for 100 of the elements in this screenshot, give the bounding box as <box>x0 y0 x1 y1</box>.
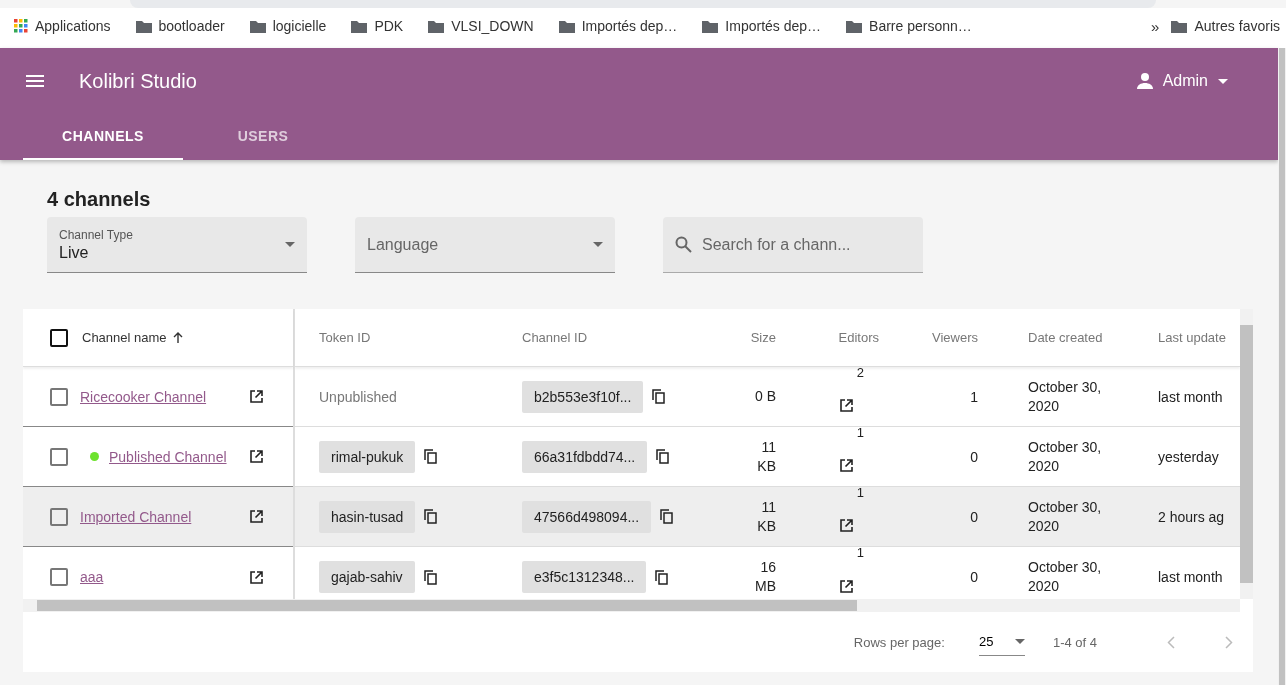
checkbox[interactable] <box>50 507 68 526</box>
channel-id-chip: 47566d498094... <box>522 500 652 533</box>
copy-icon[interactable] <box>424 449 438 464</box>
person-icon <box>1136 73 1153 89</box>
checkbox[interactable] <box>50 387 68 406</box>
caret-icon <box>285 242 295 247</box>
copy-icon[interactable] <box>424 509 438 524</box>
open-external-icon[interactable] <box>840 519 853 532</box>
rows-per-page-select[interactable]: 25 <box>978 628 1025 656</box>
caret-icon <box>1218 78 1228 84</box>
channel-link[interactable]: Ricecooker Channel <box>80 388 207 405</box>
column-header[interactable]: Date created <box>978 330 1128 345</box>
table-cell: yesterday <box>1158 448 1219 465</box>
open-external-icon[interactable] <box>250 390 263 403</box>
tab[interactable]: USERS <box>183 114 343 160</box>
token-chip: rimal-pukuk <box>319 440 416 473</box>
checkbox[interactable] <box>50 328 68 347</box>
channel-id-chip: e3f5c1312348... <box>522 561 647 593</box>
table-cell: 16 MB <box>755 558 776 596</box>
folder-icon <box>135 19 152 33</box>
bookmark[interactable]: bootloader <box>135 18 225 34</box>
editor-count: 1 <box>856 425 864 440</box>
column-header[interactable]: Channel name <box>82 330 167 345</box>
search-icon <box>675 236 692 253</box>
bookmark[interactable]: Importés dep… <box>558 18 678 34</box>
app-title: Kolibri Studio <box>79 69 197 93</box>
open-external-icon[interactable] <box>250 570 263 584</box>
user-menu-button[interactable]: Admin <box>1136 72 1228 90</box>
menu-icon[interactable] <box>26 75 44 87</box>
table-cell: October 30, 2020 <box>1028 497 1102 536</box>
editor-count: 1 <box>856 485 864 500</box>
column-header[interactable]: Viewers <box>879 330 978 345</box>
folder-icon <box>702 19 719 33</box>
folder-icon <box>1171 19 1188 33</box>
rows-per-page-label: Rows per page: <box>853 634 945 650</box>
page-range: 1-4 of 4 <box>1052 634 1097 650</box>
channel-type-select[interactable]: Channel Type Live <box>47 217 307 273</box>
more-bookmarks-button[interactable]: » <box>1151 17 1160 35</box>
sort-arrow-icon[interactable] <box>172 332 183 343</box>
table-cell: last month <box>1158 388 1223 405</box>
bookmark[interactable]: PDK <box>351 18 404 34</box>
open-external-icon[interactable] <box>840 399 853 412</box>
column-header[interactable]: Channel ID <box>498 330 706 345</box>
checkbox[interactable] <box>50 568 68 586</box>
copy-icon[interactable] <box>423 569 437 585</box>
bookmark[interactable]: VLSI_DOWN <box>428 18 534 34</box>
caret-icon <box>593 242 603 247</box>
copy-icon[interactable] <box>660 509 674 524</box>
copy-icon[interactable] <box>655 569 669 585</box>
column-header[interactable]: Token ID <box>295 330 498 345</box>
copy-icon[interactable] <box>652 389 666 404</box>
bookmark[interactable]: logicielle <box>249 18 327 34</box>
table-cell: 1 <box>970 388 978 405</box>
column-header[interactable]: Editors <box>776 330 879 345</box>
search-input[interactable]: Search for a chann... <box>700 234 904 255</box>
table-cell: 0 <box>970 569 978 585</box>
channel-link[interactable]: aaa <box>80 569 104 585</box>
tab[interactable]: CHANNELS <box>23 114 183 160</box>
column-header[interactable]: Size <box>706 330 776 345</box>
bookmark[interactable]: Applications <box>14 18 111 34</box>
bookmark[interactable]: Importés dep… <box>702 18 822 34</box>
table-cell: 0 <box>970 448 978 465</box>
folder-icon <box>846 19 863 33</box>
folder-icon <box>249 19 266 33</box>
table-cell: 11 KB <box>757 497 776 536</box>
open-external-icon[interactable] <box>250 510 263 523</box>
open-external-icon[interactable] <box>840 459 853 472</box>
table-cell: last month <box>1158 569 1223 585</box>
bookmark[interactable]: Autres favoris <box>1171 18 1280 34</box>
channel-id-chip: 66a31fdbdd74... <box>522 440 648 473</box>
editor-count: 1 <box>856 545 864 560</box>
folder-icon <box>351 19 368 33</box>
vertical-scrollbar[interactable] <box>1240 309 1253 599</box>
table-cell: 0 <box>970 508 978 525</box>
editor-count: 2 <box>856 365 864 380</box>
open-external-icon[interactable] <box>250 450 263 463</box>
bookmark[interactable]: Barre personn… <box>846 18 972 34</box>
page-scrollbar[interactable] <box>1278 48 1286 685</box>
table-cell: October 30, 2020 <box>1028 437 1102 476</box>
horizontal-scrollbar[interactable] <box>23 599 1240 612</box>
copy-icon[interactable] <box>656 449 670 464</box>
apps-grid-icon <box>14 19 28 33</box>
channel-link[interactable]: Imported Channel <box>80 508 192 525</box>
table-cell: October 30, 2020 <box>1028 558 1102 596</box>
caret-icon <box>1014 639 1025 644</box>
open-external-icon[interactable] <box>840 579 853 593</box>
table-cell: 0 B <box>755 387 776 406</box>
table-cell: 11 KB <box>757 437 776 476</box>
checkbox[interactable] <box>50 447 68 466</box>
column-header[interactable]: Last update <box>1128 330 1240 345</box>
token-chip: gajab-sahiv <box>319 561 415 593</box>
token-chip: hasin-tusad <box>319 500 416 533</box>
folder-icon <box>428 19 445 33</box>
table-cell: Unpublished <box>319 388 397 405</box>
language-select[interactable]: Language <box>355 217 615 273</box>
search-bar[interactable]: Search for a chann... <box>663 217 923 273</box>
channel-link[interactable]: Published Channel <box>109 448 227 465</box>
table-cell: 2 hours ag <box>1158 508 1225 525</box>
channel-id-chip: b2b553e3f10f... <box>522 380 644 413</box>
table-cell: October 30, 2020 <box>1028 377 1102 416</box>
